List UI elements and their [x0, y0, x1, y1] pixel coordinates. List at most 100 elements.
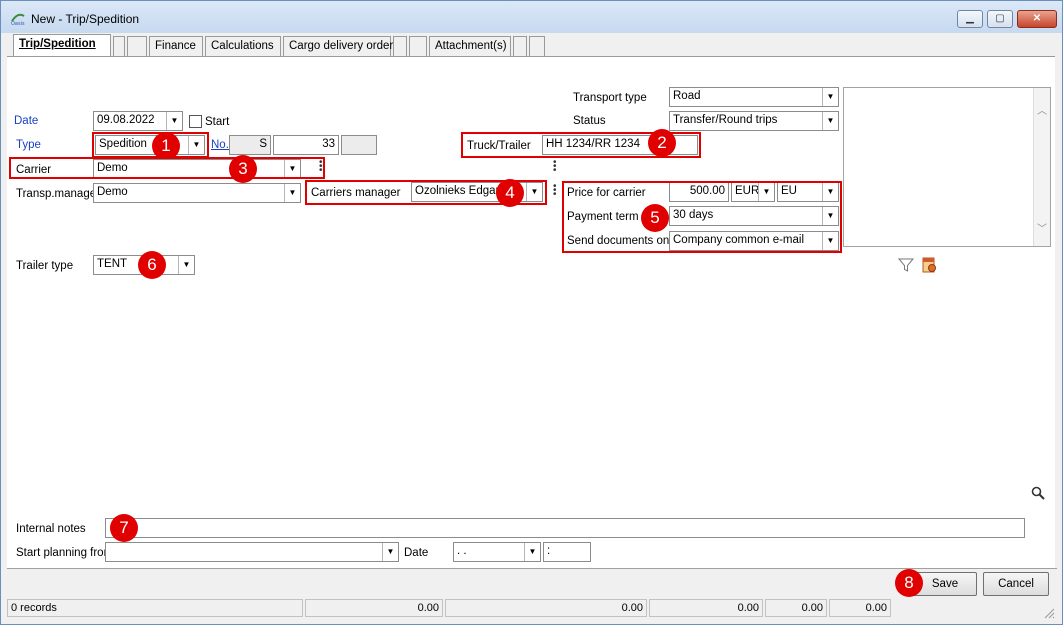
- date2-field[interactable]: . . ▼: [453, 542, 541, 562]
- tab-label: Trip/Spedition: [19, 38, 96, 50]
- tab-label: Cargo delivery order: [289, 40, 394, 52]
- tab-attachments[interactable]: Attachment(s): [429, 36, 511, 56]
- chevron-down-icon[interactable]: ▼: [178, 256, 194, 274]
- trailer-type-label: Trailer type: [16, 260, 74, 272]
- app-window: Oasis New - Trip/Spedition ▁ ▢ ✕ Trip/Sp…: [0, 0, 1063, 625]
- highlight-box-5: [562, 181, 842, 253]
- callout-badge-8: 8: [895, 569, 923, 597]
- no-number-field[interactable]: 33: [273, 135, 339, 155]
- no-suffix-field[interactable]: [341, 135, 377, 155]
- no-series-field[interactable]: S: [229, 135, 271, 155]
- status-total-4: 0.00: [765, 599, 827, 617]
- scroll-down-icon[interactable]: ﹀: [1037, 220, 1047, 235]
- window-title: New - Trip/Spedition: [31, 12, 140, 26]
- tab-blank-5[interactable]: [513, 36, 527, 56]
- minimize-button[interactable]: ▁: [957, 10, 983, 28]
- chevron-down-icon[interactable]: ▼: [382, 543, 398, 561]
- callout-badge-2: 2: [648, 129, 676, 157]
- internal-notes-label: Internal notes: [16, 523, 86, 535]
- middle-more-icon-1[interactable]: • • •: [553, 158, 557, 176]
- chevron-down-icon[interactable]: ▼: [822, 112, 838, 130]
- chevron-down-icon[interactable]: ▼: [822, 88, 838, 106]
- transp-manager-select[interactable]: Demo ▼: [93, 183, 301, 203]
- status-value-2: 0.00: [621, 602, 643, 614]
- start-planning-select[interactable]: ▼: [105, 542, 399, 562]
- filter-icon[interactable]: [898, 257, 914, 273]
- time2-field[interactable]: :: [543, 542, 591, 562]
- tab-calculations[interactable]: Calculations: [205, 36, 281, 56]
- status-total-3: 0.00: [649, 599, 763, 617]
- start-checkbox[interactable]: [189, 115, 202, 128]
- tab-blank-3[interactable]: [393, 36, 407, 56]
- preview-box[interactable]: ︿ ﹀: [843, 87, 1051, 247]
- status-bar: 0 records 0.00 0.00 0.00 0.00 0.00: [7, 599, 1057, 617]
- status-select[interactable]: Transfer/Round trips ▼: [669, 111, 839, 131]
- callout-badge-7: 7: [110, 514, 138, 542]
- close-button[interactable]: ✕: [1017, 10, 1057, 28]
- chevron-down-icon[interactable]: ▼: [284, 184, 300, 202]
- callout-badge-6: 6: [138, 251, 166, 279]
- records-count: 0 records: [7, 599, 303, 617]
- callout-badge-4: 4: [496, 179, 524, 207]
- calendar-settings-icon[interactable]: [921, 257, 937, 273]
- chevron-down-icon[interactable]: ▼: [166, 112, 182, 130]
- highlight-box-1: [92, 132, 209, 158]
- trailer-type-value: TENT: [97, 258, 128, 270]
- status-value-3: 0.00: [737, 602, 759, 614]
- cancel-button[interactable]: Cancel: [983, 572, 1049, 596]
- tab-blank-1[interactable]: [113, 36, 125, 56]
- callout-badge-5: 5: [641, 204, 669, 232]
- time2-value: :: [547, 545, 551, 557]
- callout-badge-3: 3: [229, 155, 257, 183]
- date-label: Date: [14, 115, 39, 127]
- date-value: 09.08.2022: [97, 114, 155, 126]
- tab-label: Calculations: [211, 40, 274, 52]
- status-value: Transfer/Round trips: [673, 114, 778, 126]
- transp-manager-label: Transp.manager: [16, 188, 100, 200]
- tab-cargo-delivery-order[interactable]: Cargo delivery order: [283, 36, 394, 56]
- status-total-1: 0.00: [305, 599, 443, 617]
- chevron-down-icon[interactable]: ▼: [524, 543, 540, 561]
- status-total-5: 0.00: [829, 599, 891, 617]
- middle-more-icon-2[interactable]: • • •: [553, 182, 557, 200]
- tab-finance[interactable]: Finance: [149, 36, 203, 56]
- records-text: 0 records: [11, 602, 57, 614]
- maximize-button[interactable]: ▢: [987, 10, 1013, 28]
- tab-trip-spedition[interactable]: Trip/Spedition: [13, 34, 111, 56]
- no-number-value: 33: [322, 138, 335, 150]
- highlight-box-3: [9, 157, 325, 179]
- tab-label: Finance: [155, 40, 196, 52]
- search-icon[interactable]: [1031, 486, 1045, 500]
- transport-type-select[interactable]: Road ▼: [669, 87, 839, 107]
- start-planning-label: Start planning from: [16, 547, 114, 559]
- tab-blank-2[interactable]: [127, 36, 147, 56]
- status-value-1: 0.00: [417, 602, 439, 614]
- date2-value: . .: [457, 545, 467, 557]
- date-field[interactable]: 09.08.2022 ▼: [93, 111, 183, 131]
- status-total-2: 0.00: [445, 599, 647, 617]
- status-value-5: 0.00: [865, 602, 887, 614]
- transport-type-value: Road: [673, 90, 701, 102]
- tab-bar: Trip/Spedition Finance Calculations Carg…: [7, 34, 1057, 56]
- preview-scrollbar[interactable]: ︿ ﹀: [1033, 88, 1050, 246]
- date2-label: Date: [404, 547, 429, 559]
- status-value-4: 0.00: [801, 602, 823, 614]
- start-label: Start: [205, 116, 230, 128]
- save-label: Save: [931, 578, 959, 590]
- tab-blank-6[interactable]: [529, 36, 545, 56]
- tab-blank-4[interactable]: [409, 36, 427, 56]
- transport-type-label: Transport type: [573, 92, 647, 104]
- internal-notes-field[interactable]: [105, 518, 1025, 538]
- status-label: Status: [573, 115, 606, 127]
- callout-badge-1: 1: [152, 132, 180, 160]
- no-series-value: S: [259, 138, 267, 150]
- app-logo-icon: Oasis: [11, 13, 25, 26]
- cancel-label: Cancel: [998, 578, 1034, 590]
- tab-label: Attachment(s): [435, 40, 507, 52]
- scroll-up-icon[interactable]: ︿: [1037, 102, 1047, 117]
- footer-divider: [7, 568, 1057, 569]
- resize-grip-icon[interactable]: [1043, 607, 1055, 619]
- title-bar: Oasis New - Trip/Spedition ▁ ▢ ✕: [1, 1, 1062, 33]
- no-label: No.: [211, 139, 229, 151]
- type-label: Type: [16, 139, 41, 151]
